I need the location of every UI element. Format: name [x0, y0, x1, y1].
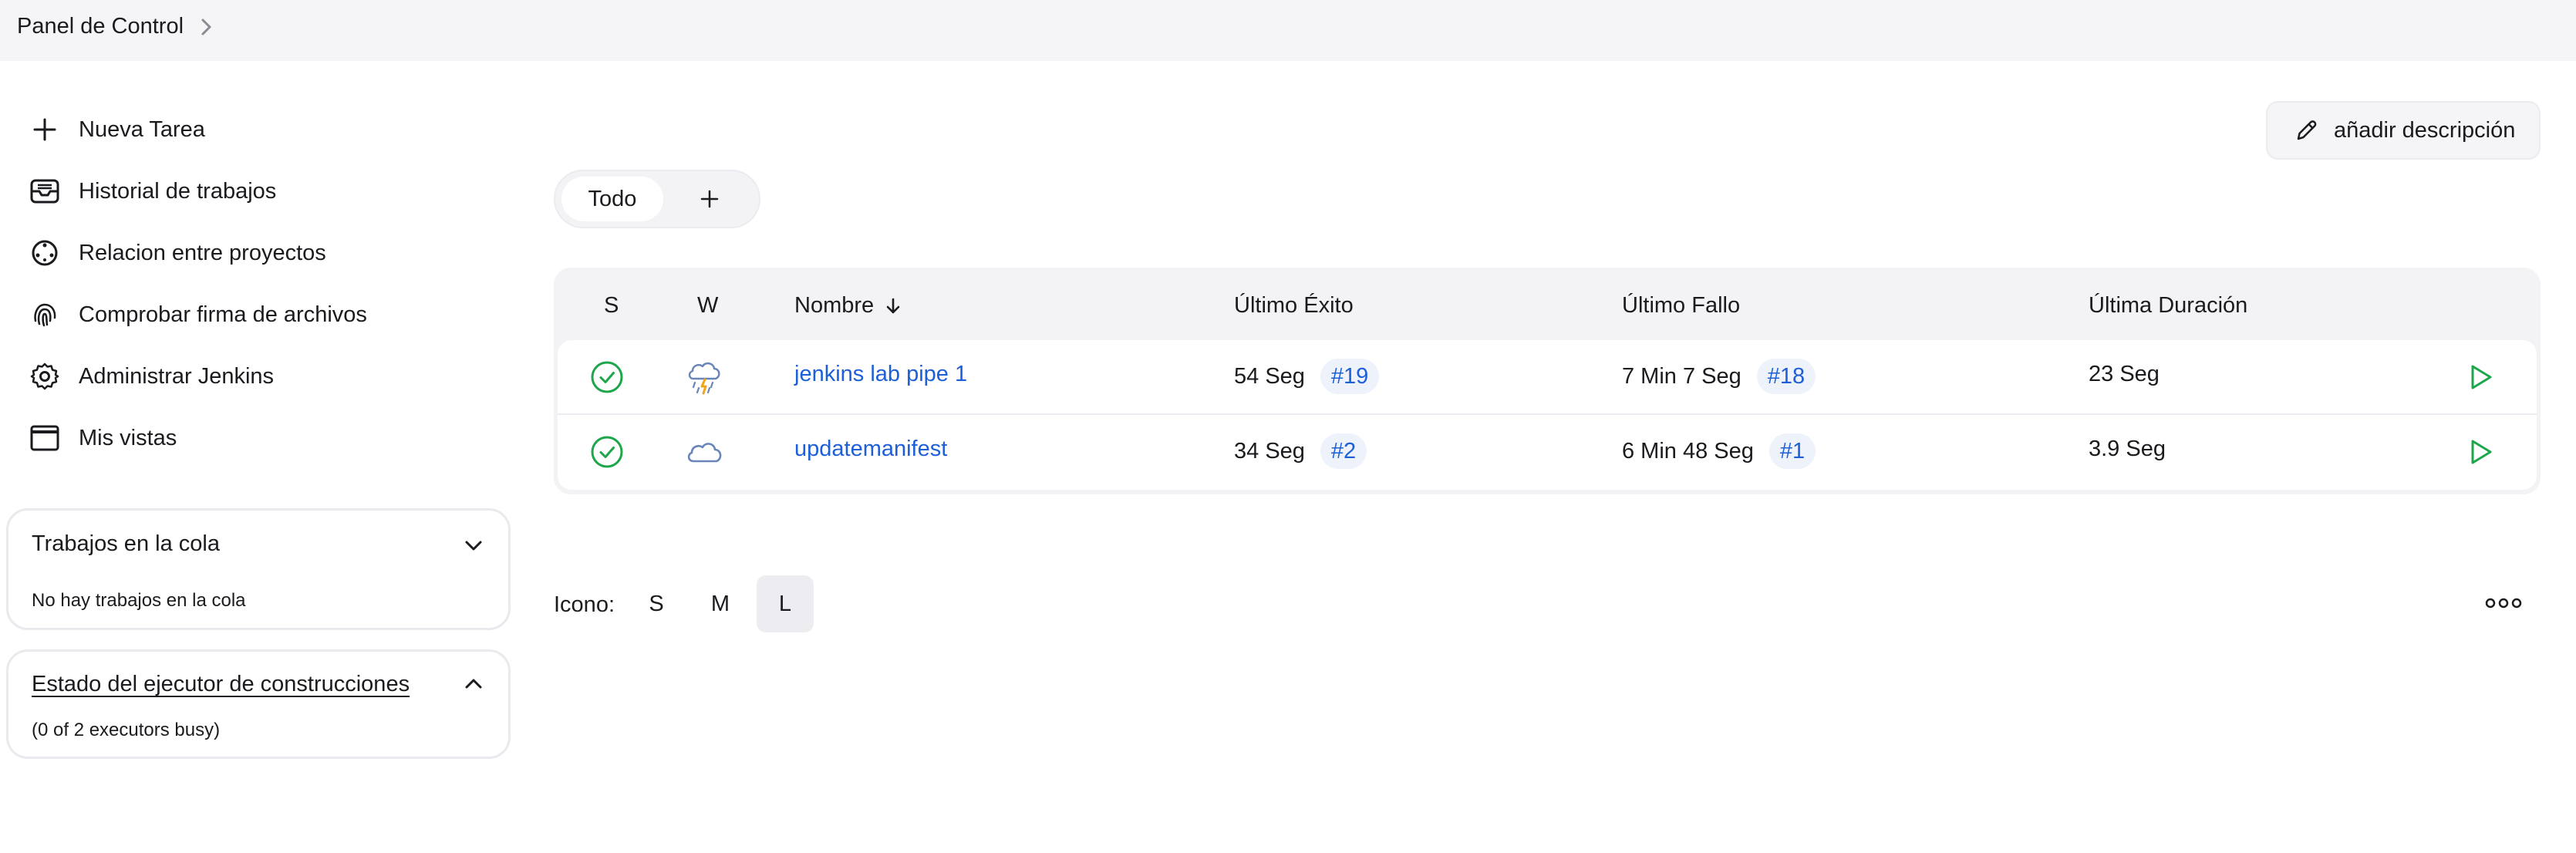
more-options-icon[interactable]: [2482, 591, 2525, 615]
breadcrumb-dashboard[interactable]: Panel de Control: [17, 11, 184, 42]
relationship-icon: [32, 240, 58, 266]
sidebar-item-manage-jenkins[interactable]: Administrar Jenkins: [28, 353, 274, 400]
build-badge[interactable]: #2: [1320, 433, 1367, 469]
last-success-time: 34 Seg: [1234, 438, 1305, 464]
chevron-up-icon[interactable]: [462, 673, 485, 696]
last-failure-time: 6 Min 48 Seg: [1622, 438, 1754, 464]
jobs-table: S W Nombre Último Éxito Último Fallo Últ…: [554, 268, 2541, 494]
success-status-icon: [591, 436, 623, 468]
last-success-time: 54 Seg: [1234, 363, 1305, 389]
executor-status-text: (0 of 2 executors busy): [32, 720, 221, 740]
last-duration-cell: 23 Seg: [2089, 362, 2160, 386]
success-status-icon: [591, 361, 623, 393]
sidebar-item-project-relationship[interactable]: Relacion entre proyectos: [28, 230, 326, 276]
table-row: jenkins lab pipe 1 54 Seg #19 7 Min 7 Se…: [558, 340, 2537, 415]
plus-icon: [33, 118, 56, 141]
job-link[interactable]: updatemanifest: [794, 437, 947, 462]
build-queue-title[interactable]: Trabajos en la cola: [32, 531, 220, 557]
header-last-duration[interactable]: Última Duración: [2089, 285, 2247, 326]
icon-size-m[interactable]: M: [692, 575, 749, 632]
sidebar-item-label: Mis vistas: [79, 425, 177, 450]
icon-size-label: Icono:: [554, 592, 615, 617]
jobs-table-body: jenkins lab pipe 1 54 Seg #19 7 Min 7 Se…: [558, 340, 2537, 490]
sidebar-item-build-history[interactable]: Historial de trabajos: [28, 168, 276, 214]
sidebar-item-label: Relacion entre proyectos: [79, 240, 326, 265]
gear-icon: [30, 362, 59, 390]
table-row: updatemanifest 34 Seg #2 6 Min 48 Seg #1…: [558, 415, 2537, 490]
icon-size-s[interactable]: S: [628, 575, 685, 632]
build-badge[interactable]: #18: [1756, 359, 1816, 394]
header-last-failure[interactable]: Último Fallo: [1622, 285, 1740, 326]
header-last-success[interactable]: Último Éxito: [1234, 285, 1354, 326]
chevron-down-icon[interactable]: [462, 534, 485, 557]
build-queue-empty-text: No hay trabajos en la cola: [32, 590, 246, 611]
last-duration-cell: 3.9 Seg: [2089, 437, 2166, 461]
add-view-icon[interactable]: [696, 185, 723, 213]
view-tabs: Todo: [554, 170, 760, 228]
add-description-button[interactable]: añadir descripción: [2266, 101, 2541, 160]
executor-status-title[interactable]: Estado del ejecutor de construcciones: [32, 672, 410, 697]
chevron-right-icon[interactable]: [199, 15, 214, 39]
build-badge[interactable]: #19: [1320, 359, 1380, 394]
play-icon[interactable]: [2466, 362, 2495, 392]
arrow-down-icon: [886, 298, 900, 314]
build-queue-pane: Trabajos en la cola No hay trabajos en l…: [6, 508, 511, 630]
inbox-icon: [30, 179, 59, 204]
executor-status-pane: Estado del ejecutor de construcciones (0…: [6, 649, 511, 759]
window-icon: [30, 425, 59, 451]
fingerprint-icon: [34, 303, 56, 327]
last-failure-time: 7 Min 7 Seg: [1622, 363, 1741, 389]
last-success-cell: 54 Seg #19: [1234, 359, 1380, 394]
sidebar-item-label: Comprobar firma de archivos: [79, 302, 367, 327]
add-description-label: añadir descripción: [2334, 117, 2516, 143]
sidebar-item-label: Nueva Tarea: [79, 116, 205, 142]
icon-size-l[interactable]: L: [757, 575, 814, 632]
header-weather[interactable]: W: [697, 285, 718, 326]
last-failure-cell: 7 Min 7 Seg #18: [1622, 359, 1816, 394]
play-icon[interactable]: [2466, 437, 2495, 467]
sidebar-item-fingerprint[interactable]: Comprobar firma de archivos: [28, 292, 367, 338]
build-badge[interactable]: #1: [1768, 433, 1816, 469]
sidebar-item-label: Historial de trabajos: [79, 178, 277, 204]
pencil-icon: [2297, 120, 2317, 140]
header-status[interactable]: S: [604, 285, 619, 326]
cloudy-weather-icon: [687, 443, 722, 463]
tab-all[interactable]: Todo: [561, 177, 663, 221]
thunderstorm-weather-icon: [688, 362, 720, 395]
breadcrumb-bar: Panel de Control: [0, 0, 2576, 61]
sidebar-item-new-task[interactable]: Nueva Tarea: [28, 106, 205, 153]
sidebar-item-my-views[interactable]: Mis vistas: [28, 415, 177, 461]
sidebar-item-label: Administrar Jenkins: [79, 363, 275, 389]
header-name[interactable]: Nombre: [794, 285, 903, 326]
last-failure-cell: 6 Min 48 Seg #1: [1622, 433, 1816, 469]
last-success-cell: 34 Seg #2: [1234, 433, 1367, 469]
job-link[interactable]: jenkins lab pipe 1: [794, 362, 967, 387]
